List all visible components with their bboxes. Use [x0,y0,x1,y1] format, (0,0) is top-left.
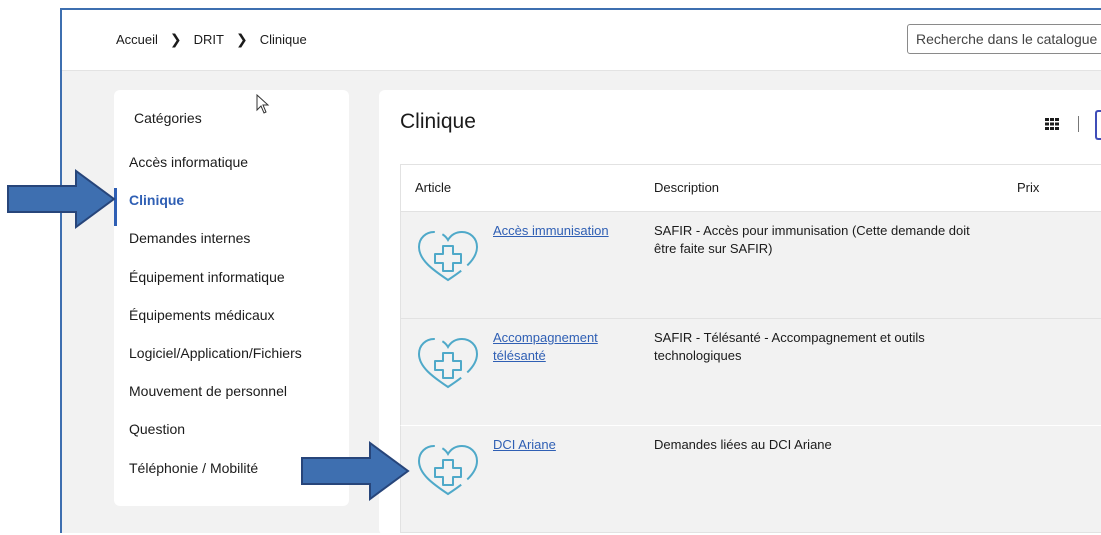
heart-plus-icon [413,442,483,505]
table-row: Accompagnement télésanté SAFIR - Télésan… [400,319,1101,426]
item-description: Demandes liées au DCI Ariane [654,437,832,452]
item-description: SAFIR - Télésanté - Accompagnement et ou… [654,330,925,363]
catalog-panel: Clinique Article Description Prix Accès … [379,90,1101,535]
sidebar-item-equipement-informatique[interactable]: Équipement informatique [114,265,349,303]
blue-arrow-icon [301,441,410,501]
sidebar-item-clinique[interactable]: Clinique [114,188,349,227]
column-description[interactable]: Description [654,180,719,195]
table-row: DCI Ariane Demandes liées au DCI Ariane [400,426,1101,533]
search-input[interactable] [907,24,1101,54]
catalog-table: Article Description Prix Accès immunisat… [400,164,1101,533]
grid-view-icon[interactable] [1045,117,1059,135]
column-price[interactable]: Prix [1017,180,1039,195]
breadcrumb: Accueil ❯ DRIT ❯ Clinique [116,31,307,48]
sidebar-item-mouvement-personnel[interactable]: Mouvement de personnel [114,379,349,417]
sidebar-item-acces-informatique[interactable]: Accès informatique [114,150,349,188]
heart-plus-icon [413,335,483,398]
sidebar-item-demandes-internes[interactable]: Demandes internes [114,226,349,264]
breadcrumb-drit[interactable]: DRIT [194,32,224,47]
blue-arrow-icon [7,169,116,229]
table-header: Article Description Prix [400,164,1101,212]
sidebar-title: Catégories [134,110,202,126]
item-link[interactable]: Accès immunisation [493,222,628,240]
item-description: SAFIR - Accès pour immunisation (Cette d… [654,223,970,256]
breadcrumb-current: Clinique [259,32,307,47]
breadcrumb-home[interactable]: Accueil [116,32,158,47]
heart-plus-icon [413,228,483,291]
item-link[interactable]: DCI Ariane [493,436,628,454]
chevron-right-icon: ❯ [169,31,182,47]
column-article[interactable]: Article [415,180,451,195]
item-link[interactable]: Accompagnement télésanté [493,329,628,365]
mouse-cursor-icon [256,94,270,114]
sidebar-item-logiciel[interactable]: Logiciel/Application/Fichiers [114,341,349,379]
view-separator [1078,116,1079,132]
sidebar-item-equipements-medicaux[interactable]: Équipements médicaux [114,303,349,341]
table-row: Accès immunisation SAFIR - Accès pour im… [400,212,1101,319]
page-title: Clinique [400,110,476,133]
list-view-button[interactable] [1095,110,1101,140]
table-body: Accès immunisation SAFIR - Accès pour im… [400,212,1101,533]
chevron-right-icon: ❯ [236,31,248,47]
